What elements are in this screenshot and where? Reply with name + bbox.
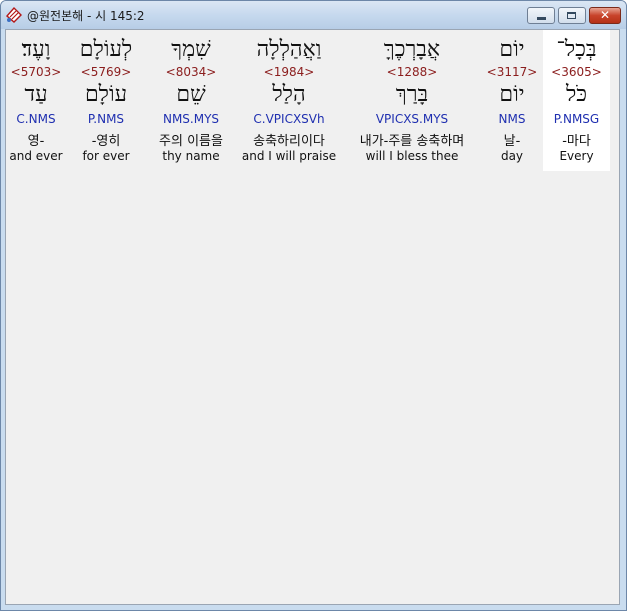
minimize-icon xyxy=(537,17,546,20)
hebrew-lemma: בָּרַךְ xyxy=(395,82,429,107)
hebrew-word: שִׁמְךָ xyxy=(171,37,211,62)
strong-number[interactable]: <1288> xyxy=(342,65,482,79)
morphology-code: VPICXS.MYS xyxy=(375,112,449,126)
korean-gloss: 주의 이름을 xyxy=(159,134,223,149)
korean-gloss: 날- xyxy=(503,134,521,149)
hebrew-word: וַאֲהַלְלָה xyxy=(256,37,322,62)
morphology-code: NMS xyxy=(498,112,526,126)
hebrew-lemma: עוֹלָם xyxy=(84,82,128,107)
strong-number[interactable]: <1984> xyxy=(236,65,342,79)
morphology-code: C.VPICXSVh xyxy=(253,112,325,126)
hebrew-lemma: עַד xyxy=(24,82,48,107)
english-gloss: day xyxy=(500,149,524,163)
english-gloss: thy name xyxy=(162,149,220,163)
hebrew-lemma: יוֹם xyxy=(499,82,525,107)
word-column[interactable]: לְעוֹלָם <5769> עוֹלָם P.NMS -영히 for eve… xyxy=(70,30,142,171)
word-column[interactable]: שִׁמְךָ <8034> שֵׁם NMS.MYS 주의 이름을 thy n… xyxy=(146,30,236,171)
hebrew-word: לְעוֹלָם xyxy=(79,37,133,62)
strong-number[interactable]: <5769> xyxy=(70,65,142,79)
hebrew-lemma: שֵׁם xyxy=(176,82,206,107)
morphology-code: P.NMSG xyxy=(553,112,600,126)
verse-analysis-pane: בְּכָל־ <3605> כֹּל P.NMSG -마다 Every יוֹ… xyxy=(5,29,620,605)
minimize-button[interactable] xyxy=(527,7,555,24)
korean-gloss: 내가-주를 송축하며 xyxy=(359,134,465,149)
english-gloss: and ever xyxy=(9,149,63,163)
hebrew-lemma: כֹּל xyxy=(565,82,588,107)
korean-gloss: 송축하리이다 xyxy=(253,134,325,149)
morphology-code: NMS.MYS xyxy=(162,112,220,126)
english-gloss: for ever xyxy=(82,149,130,163)
app-window: @원전본해 - 시 145:2 ✕ בְּכָל־ <3605> כֹּל P.… xyxy=(0,0,627,611)
hebrew-word: יוֹם xyxy=(499,37,525,62)
hebrew-word: בְּכָל־ xyxy=(556,37,597,62)
english-gloss: Every xyxy=(559,149,594,163)
strong-number[interactable]: <8034> xyxy=(146,65,236,79)
app-icon xyxy=(6,6,22,23)
english-gloss: will I bless thee xyxy=(365,149,459,163)
title-bar[interactable]: @원전본해 - 시 145:2 ✕ xyxy=(1,1,626,29)
maximize-icon xyxy=(567,12,576,19)
strong-number[interactable]: <5703> xyxy=(6,65,66,79)
word-column[interactable]: וָעֶד׃ <5703> עַד C.NMS 영- and ever xyxy=(6,30,66,171)
morphology-code: C.NMS xyxy=(16,112,56,126)
close-icon: ✕ xyxy=(599,8,611,22)
korean-gloss: -영히 xyxy=(91,134,121,149)
strong-number[interactable]: <3605> xyxy=(543,65,610,79)
word-column[interactable]: יוֹם <3117> יוֹם NMS 날- day xyxy=(482,30,542,171)
morphology-code: P.NMS xyxy=(87,112,125,126)
strong-number[interactable]: <3117> xyxy=(482,65,542,79)
word-column[interactable]: וַאֲהַלְלָה <1984> הָלַל C.VPICXSVh 송축하리… xyxy=(236,30,342,171)
close-button[interactable]: ✕ xyxy=(589,7,621,24)
word-column[interactable]: אֲבָרְכֶךָּ <1288> בָּרַךְ VPICXS.MYS 내가… xyxy=(342,30,482,171)
hebrew-word: אֲבָרְכֶךָּ xyxy=(383,37,441,62)
word-column[interactable]: בְּכָל־ <3605> כֹּל P.NMSG -마다 Every xyxy=(543,30,610,171)
maximize-button[interactable] xyxy=(558,7,586,24)
window-title: @원전본해 - 시 145:2 xyxy=(27,9,145,23)
korean-gloss: 영- xyxy=(27,134,45,149)
english-gloss: and I will praise xyxy=(241,149,337,163)
korean-gloss: -마다 xyxy=(562,134,591,149)
hebrew-lemma: הָלַל xyxy=(272,82,306,107)
hebrew-word: וָעֶד׃ xyxy=(21,37,51,62)
